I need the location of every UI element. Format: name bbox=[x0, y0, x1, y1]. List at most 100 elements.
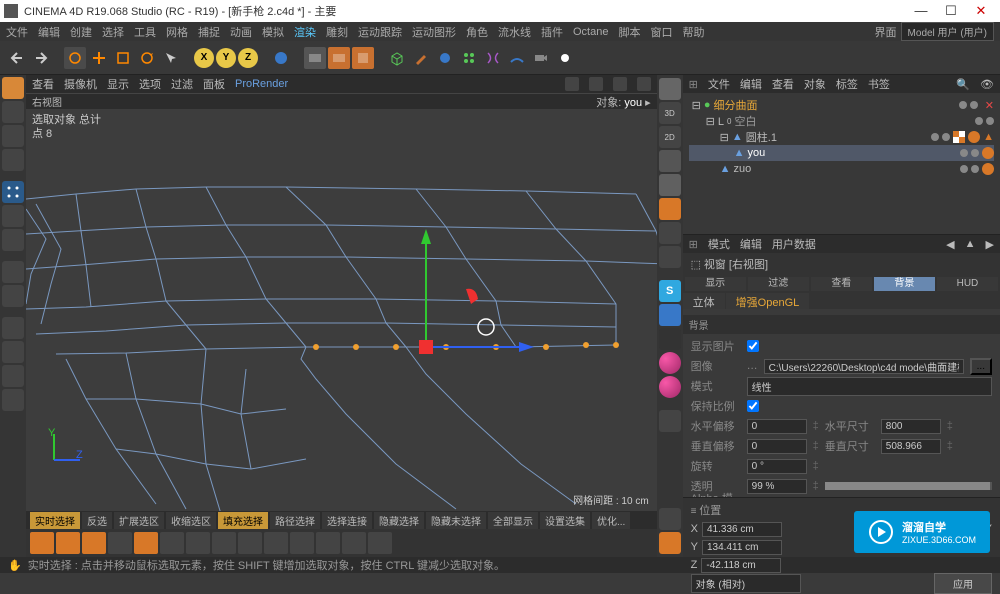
attr-mode[interactable]: 模式 bbox=[708, 236, 730, 252]
attr-tab-filter[interactable]: 过滤 bbox=[748, 277, 809, 291]
subdiv-button[interactable] bbox=[434, 47, 456, 69]
workplane-mode-button[interactable] bbox=[2, 149, 24, 171]
browse-button[interactable]: ... bbox=[970, 358, 992, 375]
pal-dots[interactable] bbox=[659, 328, 681, 350]
pal-curve[interactable] bbox=[659, 304, 681, 326]
environment-button[interactable] bbox=[506, 47, 528, 69]
pal-end1[interactable] bbox=[659, 508, 681, 530]
keepratio-checkbox[interactable] bbox=[747, 400, 759, 412]
menu-octane[interactable]: Octane bbox=[573, 26, 608, 38]
apply-button[interactable]: 应用 bbox=[934, 573, 992, 594]
camera-button[interactable] bbox=[530, 47, 552, 69]
menu-sim[interactable]: 模拟 bbox=[262, 24, 284, 40]
array-button[interactable] bbox=[458, 47, 480, 69]
planar-workplane-button[interactable] bbox=[2, 389, 24, 411]
sel-invert[interactable]: 反选 bbox=[82, 512, 112, 529]
menu-mesh[interactable]: 网格 bbox=[166, 24, 188, 40]
sel-showall[interactable]: 全部显示 bbox=[488, 512, 538, 529]
vp-nav-icon[interactable] bbox=[565, 77, 579, 91]
menu-create[interactable]: 创建 bbox=[70, 24, 92, 40]
snap-toggle-button[interactable] bbox=[2, 317, 24, 339]
y-axis-toggle[interactable]: Y bbox=[216, 48, 236, 68]
pal-3d[interactable]: 3D bbox=[659, 102, 681, 124]
sel-conn[interactable]: 选择连接 bbox=[322, 512, 372, 529]
menu-tools[interactable]: 工具 bbox=[134, 24, 156, 40]
sel-hide[interactable]: 隐藏选择 bbox=[374, 512, 424, 529]
hoffset-input[interactable] bbox=[747, 419, 807, 434]
make-editable-button[interactable] bbox=[2, 77, 24, 99]
menu-render[interactable]: 渲染 bbox=[294, 24, 316, 40]
pal-s[interactable]: S bbox=[659, 280, 681, 302]
menu-edit[interactable]: 编辑 bbox=[38, 24, 60, 40]
primitive-cube-button[interactable] bbox=[386, 47, 408, 69]
attr-prev-icon[interactable]: ◀ bbox=[946, 238, 954, 251]
pal-1[interactable] bbox=[659, 78, 681, 100]
om-bookmarks[interactable]: 书签 bbox=[868, 76, 890, 92]
coord-mode-dropdown[interactable]: 对象 (相对) bbox=[691, 574, 801, 593]
menu-pipeline[interactable]: 流水线 bbox=[498, 24, 531, 40]
texture-mode-button[interactable] bbox=[2, 125, 24, 147]
sel-path[interactable]: 路径选择 bbox=[270, 512, 320, 529]
vp-menu-prorender[interactable]: ProRender bbox=[235, 78, 288, 90]
mt-7[interactable] bbox=[186, 532, 210, 554]
mt-9[interactable] bbox=[238, 532, 262, 554]
mt-11[interactable] bbox=[290, 532, 314, 554]
vp-menu-panel[interactable]: 面板 bbox=[203, 76, 225, 92]
menu-sculpt[interactable]: 雕刻 bbox=[326, 24, 348, 40]
attr-tab-display[interactable]: 显示 bbox=[685, 277, 746, 291]
menu-window[interactable]: 窗口 bbox=[650, 24, 672, 40]
attr-up-icon[interactable]: ▲ bbox=[965, 238, 976, 250]
pal-axis[interactable] bbox=[659, 222, 681, 244]
attr-next-icon[interactable]: ▶ bbox=[986, 238, 994, 251]
om-eye-icon[interactable]: 👁 bbox=[980, 78, 994, 91]
menu-plugins[interactable]: 插件 bbox=[541, 24, 563, 40]
voffset-input[interactable] bbox=[747, 439, 807, 454]
sel-set[interactable]: 设置选集 bbox=[540, 512, 590, 529]
attr-tab-hud[interactable]: HUD bbox=[937, 277, 998, 291]
move-tool[interactable] bbox=[88, 47, 110, 69]
redo-button[interactable] bbox=[30, 47, 52, 69]
pal-sphere1[interactable] bbox=[659, 352, 681, 374]
om-object[interactable]: 对象 bbox=[804, 76, 826, 92]
pal-cube[interactable] bbox=[659, 150, 681, 172]
vp-zoom-icon[interactable] bbox=[613, 77, 627, 91]
image-path-input[interactable] bbox=[764, 359, 964, 374]
pal-sphere2[interactable] bbox=[659, 376, 681, 398]
minimize-button[interactable]: — bbox=[906, 1, 936, 21]
menu-help[interactable]: 帮助 bbox=[682, 24, 704, 40]
mt-1[interactable] bbox=[30, 532, 54, 554]
mode-dropdown[interactable]: 线性 bbox=[747, 377, 992, 396]
menu-snap[interactable]: 捕捉 bbox=[198, 24, 220, 40]
z-axis-toggle[interactable]: Z bbox=[238, 48, 258, 68]
deformer-button[interactable] bbox=[482, 47, 504, 69]
render-picture-button[interactable] bbox=[352, 47, 374, 69]
transparency-slider[interactable] bbox=[825, 482, 992, 490]
mt-5[interactable] bbox=[134, 532, 158, 554]
coord-system-button[interactable] bbox=[270, 47, 292, 69]
subtab-stereo[interactable]: 立体 bbox=[683, 293, 725, 309]
attr-tab-back[interactable]: 背景 bbox=[874, 277, 935, 291]
mt-4[interactable] bbox=[108, 532, 132, 554]
attr-edit[interactable]: 编辑 bbox=[740, 236, 762, 252]
attr-tab-view[interactable]: 查看 bbox=[811, 277, 872, 291]
menu-mograph[interactable]: 运动图形 bbox=[412, 24, 456, 40]
om-edit[interactable]: 编辑 bbox=[740, 76, 762, 92]
mt-14[interactable] bbox=[368, 532, 392, 554]
undo-button[interactable] bbox=[6, 47, 28, 69]
pal-orange[interactable] bbox=[659, 198, 681, 220]
render-view-button[interactable] bbox=[304, 47, 326, 69]
om-view[interactable]: 查看 bbox=[772, 76, 794, 92]
menu-track[interactable]: 运动跟踪 bbox=[358, 24, 402, 40]
points-mode-button[interactable] bbox=[2, 181, 24, 203]
sel-live[interactable]: 实时选择 bbox=[30, 512, 80, 529]
pen-tool-button[interactable] bbox=[410, 47, 432, 69]
vp-pan-icon[interactable] bbox=[589, 77, 603, 91]
mt-2[interactable] bbox=[56, 532, 80, 554]
mt-13[interactable] bbox=[342, 532, 366, 554]
lasttool-button[interactable] bbox=[160, 47, 182, 69]
coord-x-input[interactable] bbox=[702, 522, 782, 537]
viewport-canvas[interactable]: 选取对象 总计 点 8 bbox=[26, 109, 657, 511]
vp-menu-camera[interactable]: 摄像机 bbox=[64, 76, 97, 92]
locked-workplane-button[interactable] bbox=[2, 365, 24, 387]
edges-mode-button[interactable] bbox=[2, 205, 24, 227]
